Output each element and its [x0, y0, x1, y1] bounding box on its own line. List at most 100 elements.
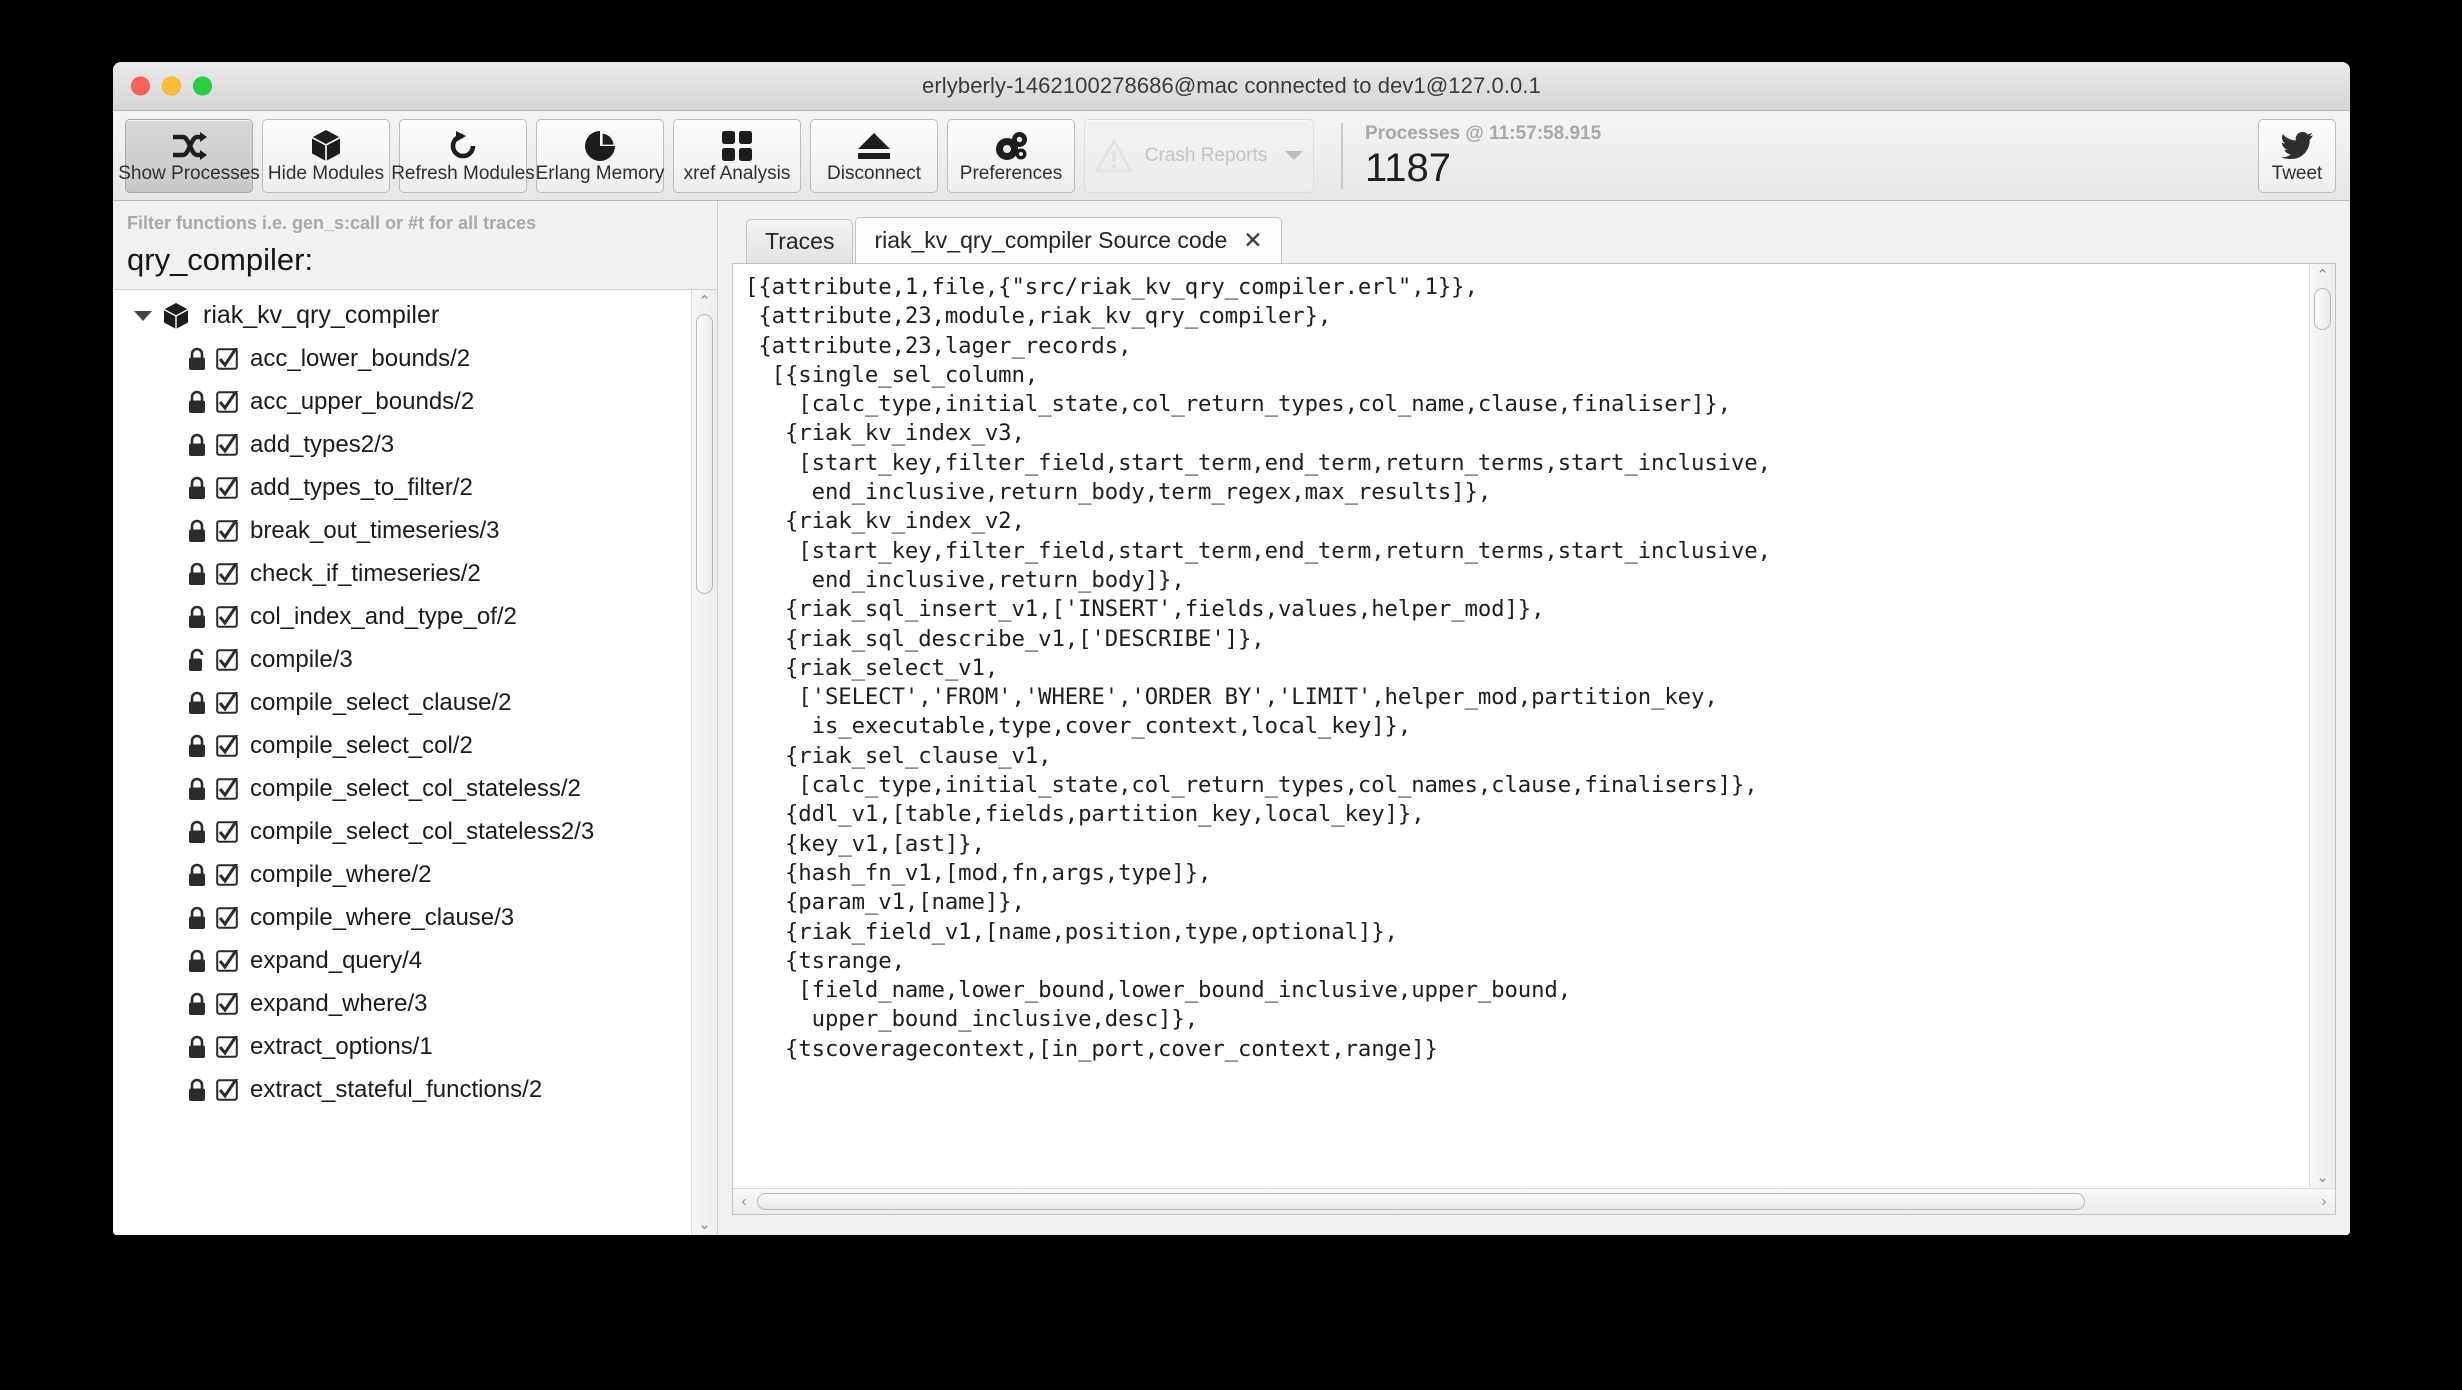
lock-closed-icon[interactable]	[187, 433, 207, 457]
trace-checkbox[interactable]	[216, 347, 238, 370]
tab-source-code[interactable]: riak_kv_qry_compiler Source code ✕	[855, 217, 1282, 263]
close-icon[interactable]: ✕	[1243, 229, 1262, 252]
zoom-button[interactable]	[193, 76, 212, 96]
tab-traces[interactable]: Traces	[746, 219, 854, 263]
lock-open-icon[interactable]	[187, 648, 207, 672]
lock-closed-icon[interactable]	[187, 734, 207, 758]
lock-closed-icon[interactable]	[187, 949, 207, 973]
function-tree-item[interactable]: compile_select_col_stateless2/3	[113, 810, 691, 853]
erlang-memory-button[interactable]: Erlang Memory	[536, 118, 664, 193]
cube-icon	[163, 302, 189, 330]
trace-checkbox[interactable]	[216, 820, 238, 843]
application-window: erlyberly-1462100278686@mac connected to…	[113, 62, 2350, 1235]
lock-closed-icon[interactable]	[187, 1035, 207, 1059]
trace-checkbox[interactable]	[216, 1078, 238, 1101]
source-code-inner: [{attribute,1,file,{"src/riak_kv_qry_com…	[733, 264, 2335, 1188]
tree-root-riak-kv-qry-compiler[interactable]: riak_kv_qry_compiler	[113, 294, 691, 337]
trace-checkbox[interactable]	[216, 519, 238, 542]
chevron-down-icon[interactable]	[131, 311, 155, 321]
lock-closed-icon[interactable]	[187, 347, 207, 371]
preferences-button[interactable]: Preferences	[947, 118, 1075, 193]
function-tree-item[interactable]: add_types_to_filter/2	[113, 466, 691, 509]
sidebar-vertical-scrollbar[interactable]: ⌃ ⌄	[691, 290, 717, 1235]
function-tree-item[interactable]: compile_select_col/2	[113, 724, 691, 767]
lock-closed-icon[interactable]	[187, 906, 207, 930]
tweet-button[interactable]: Tweet	[2258, 118, 2336, 193]
tab-traces-label: Traces	[765, 228, 835, 254]
lock-closed-icon[interactable]	[187, 605, 207, 629]
trace-checkbox[interactable]	[216, 390, 238, 413]
lock-closed-icon[interactable]	[187, 476, 207, 500]
function-tree[interactable]: riak_kv_qry_compiler acc_lower_bounds/2 a…	[113, 290, 691, 1235]
trace-checkbox[interactable]	[216, 863, 238, 886]
content-area: Filter functions i.e. gen_s:call or #t f…	[113, 201, 2350, 1235]
trace-checkbox[interactable]	[216, 777, 238, 800]
xref-analysis-button[interactable]: xref Analysis	[673, 118, 801, 193]
crash-reports-button[interactable]: Crash Reports	[1084, 118, 1314, 193]
scroll-up-icon[interactable]: ⌃	[2310, 265, 2335, 285]
lock-closed-icon[interactable]	[187, 863, 207, 887]
refresh-modules-button[interactable]: Refresh Modules	[391, 118, 535, 193]
function-tree-item[interactable]: compile_select_col_stateless/2	[113, 767, 691, 810]
function-tree-item[interactable]: acc_lower_bounds/2	[113, 337, 691, 380]
trace-checkbox[interactable]	[216, 476, 238, 499]
scroll-left-icon[interactable]: ‹	[734, 1189, 754, 1214]
trace-checkbox[interactable]	[216, 906, 238, 929]
tab-source-code-label: riak_kv_qry_compiler Source code	[874, 227, 1228, 253]
twitter-bird-icon	[2281, 129, 2313, 163]
lock-closed-icon[interactable]	[187, 562, 207, 586]
sidebar-scroll-thumb[interactable]	[696, 314, 713, 595]
show-processes-button[interactable]: Show Processes	[118, 118, 260, 193]
scroll-down-icon[interactable]: ⌄	[2310, 1167, 2335, 1187]
close-button[interactable]	[131, 76, 150, 96]
function-tree-item[interactable]: extract_stateful_functions/2	[113, 1068, 691, 1111]
window-title-bar: erlyberly-1462100278686@mac connected to…	[113, 62, 2350, 111]
trace-checkbox[interactable]	[216, 992, 238, 1015]
function-tree-item[interactable]: compile_where/2	[113, 853, 691, 896]
lock-closed-icon[interactable]	[187, 992, 207, 1016]
lock-closed-icon[interactable]	[187, 1078, 207, 1102]
function-tree-item[interactable]: expand_query/4	[113, 939, 691, 982]
trace-checkbox[interactable]	[216, 949, 238, 972]
code-vertical-scrollbar[interactable]: ⌃ ⌄	[2309, 264, 2335, 1188]
function-tree-item[interactable]: compile_where_clause/3	[113, 896, 691, 939]
code-horizontal-scrollbar[interactable]: ‹ ›	[733, 1188, 2335, 1214]
function-tree-item[interactable]: compile/3	[113, 638, 691, 681]
lock-closed-icon[interactable]	[187, 820, 207, 844]
code-scroll-thumb-vertical[interactable]	[2314, 288, 2331, 330]
function-tree-item[interactable]: extract_options/1	[113, 1025, 691, 1068]
lock-closed-icon[interactable]	[187, 519, 207, 543]
function-tree-item[interactable]: expand_where/3	[113, 982, 691, 1025]
scroll-down-icon[interactable]: ⌄	[692, 1214, 717, 1234]
source-code-text[interactable]: [{attribute,1,file,{"src/riak_kv_qry_com…	[733, 264, 2309, 1188]
hide-modules-button[interactable]: Hide Modules	[262, 118, 390, 193]
lock-closed-icon[interactable]	[187, 691, 207, 715]
minimize-button[interactable]	[162, 76, 181, 96]
function-tree-item[interactable]: check_if_timeseries/2	[113, 552, 691, 595]
function-tree-item[interactable]: col_index_and_type_of/2	[113, 595, 691, 638]
function-label: extract_stateful_functions/2	[250, 1075, 543, 1103]
filter-input[interactable]: qry_compiler:	[127, 238, 703, 283]
disconnect-button[interactable]: Disconnect	[810, 118, 938, 193]
trace-checkbox[interactable]	[216, 562, 238, 585]
scroll-up-icon[interactable]: ⌃	[692, 291, 717, 311]
trace-checkbox[interactable]	[216, 691, 238, 714]
function-tree-item[interactable]: acc_upper_bounds/2	[113, 380, 691, 423]
trace-checkbox[interactable]	[216, 433, 238, 456]
scroll-right-icon[interactable]: ›	[2314, 1189, 2334, 1214]
lock-closed-icon[interactable]	[187, 390, 207, 414]
trace-checkbox[interactable]	[216, 605, 238, 628]
trace-checkbox[interactable]	[216, 1035, 238, 1058]
main-toolbar: Show Processes Hide Modules Refresh Modu…	[113, 111, 2350, 201]
function-tree-item[interactable]: compile_select_clause/2	[113, 681, 691, 724]
lock-closed-icon[interactable]	[187, 777, 207, 801]
trace-checkbox[interactable]	[216, 648, 238, 671]
code-scroll-thumb-horizontal[interactable]	[757, 1193, 2085, 1210]
trace-checkbox[interactable]	[216, 734, 238, 757]
function-tree-item[interactable]: add_types2/3	[113, 423, 691, 466]
main-pane: Traces riak_kv_qry_compiler Source code …	[718, 201, 2350, 1235]
grid-icon	[722, 129, 752, 163]
eject-icon	[857, 129, 891, 163]
chevron-down-icon[interactable]	[1285, 151, 1304, 160]
function-tree-item[interactable]: break_out_timeseries/3	[113, 509, 691, 552]
